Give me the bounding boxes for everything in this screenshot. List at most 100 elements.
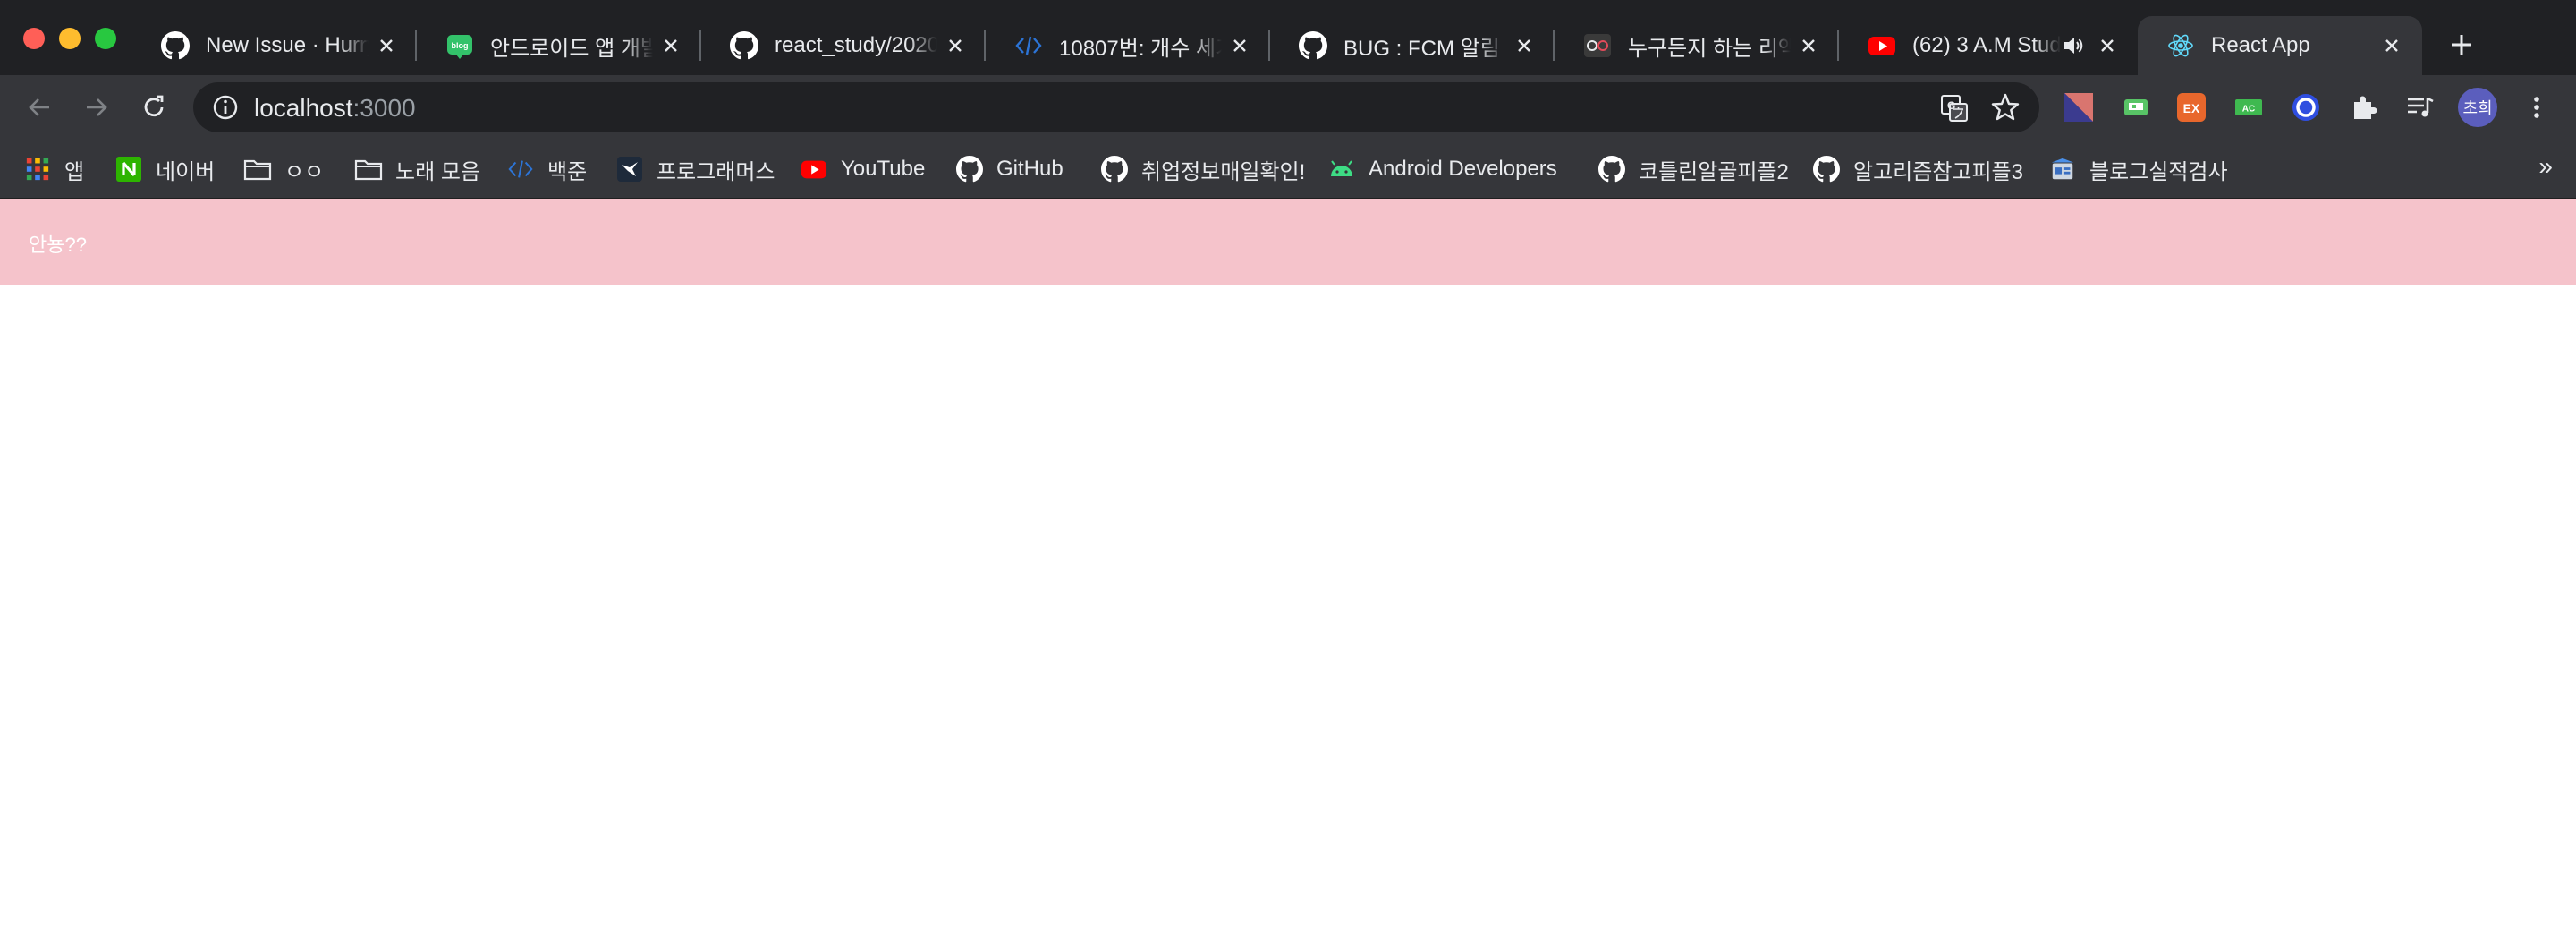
- browser-toolbar: localhost:3000 G EX AC 초희: [0, 75, 2576, 140]
- tab-react-tutorial[interactable]: 누구든지 하는 리액트: [1555, 16, 1839, 75]
- new-tab-button[interactable]: [2442, 25, 2481, 64]
- close-icon[interactable]: [937, 28, 973, 64]
- bookmark-label: 취업정보매일확인!: [1141, 159, 1306, 184]
- tab-title: (62) 3 A.M Study: [1912, 33, 2061, 57]
- close-icon[interactable]: [653, 28, 689, 64]
- github-icon: [1100, 155, 1129, 183]
- close-icon[interactable]: [1791, 28, 1826, 64]
- bookmark-label: 알고리즘참고피플3: [1853, 159, 2023, 184]
- programmers-icon: [615, 155, 644, 183]
- zoom-window-button[interactable]: [95, 28, 116, 49]
- youtube-icon: [800, 155, 828, 183]
- bookmark-naver[interactable]: 네이버: [114, 149, 215, 189]
- bookmark-algo-reference[interactable]: 알고리즘참고피플3: [1812, 149, 2023, 189]
- youtube-icon: [1868, 31, 1896, 60]
- bookmark-label: 프로그래머스: [657, 159, 775, 184]
- arrow-left-icon: [29, 98, 49, 116]
- bookmark-youtube[interactable]: YouTube: [800, 149, 925, 189]
- bookmark-label: Android Developers: [1368, 157, 1557, 181]
- bookmark-label: YouTube: [841, 157, 926, 181]
- svg-text:AC: AC: [2242, 105, 2255, 115]
- arrow-right-icon: [87, 98, 107, 116]
- github-icon: [1597, 155, 1626, 183]
- bookmarks-bar: 앱 네이버 ㅇㅇ 노래 모음 백준 프로그래머스 YouTube GitHub …: [0, 140, 2576, 199]
- bookmark-label: 코틀린알골피플2: [1639, 159, 1789, 184]
- bookmark-label: 노래 모음: [395, 159, 480, 184]
- blog-check-icon: [2048, 155, 2077, 183]
- menu-button[interactable]: [2517, 88, 2556, 127]
- github-icon: [955, 155, 984, 183]
- tab-title: 10807번: 개수 세기: [1059, 36, 1222, 61]
- close-window-button[interactable]: [23, 28, 45, 49]
- media-queue-icon[interactable]: [2404, 91, 2436, 123]
- extension-ex-icon[interactable]: EX: [2175, 91, 2207, 123]
- puzzle-icon[interactable]: [2349, 91, 2381, 123]
- speaker-icon[interactable]: [2061, 33, 2086, 58]
- tab-baekjoon[interactable]: 10807번: 개수 세기: [986, 16, 1270, 75]
- tab-youtube-study[interactable]: (62) 3 A.M Study: [1839, 16, 2138, 75]
- address-bar[interactable]: localhost:3000 G: [193, 82, 2039, 132]
- svg-text:blog: blog: [452, 41, 469, 50]
- bookmark-label: GitHub: [996, 157, 1063, 181]
- bookmark-job-info[interactable]: 취업정보매일확인!: [1100, 149, 1305, 189]
- close-icon[interactable]: [369, 28, 404, 64]
- bookmark-github[interactable]: GitHub: [955, 149, 1063, 189]
- url-port: :3000: [352, 94, 416, 122]
- tab-react-study[interactable]: react_study/2020: [701, 16, 986, 75]
- baekjoon-icon: [1014, 31, 1043, 60]
- extension-ring-icon[interactable]: [2290, 91, 2322, 123]
- close-icon[interactable]: [2374, 28, 2410, 64]
- tab-title: BUG : FCM 알림 Bug: [1343, 36, 1506, 61]
- extension-screen-icon[interactable]: [2120, 91, 2152, 123]
- page-viewport: 안뇽??: [0, 199, 2576, 945]
- bookmark-folder-songs[interactable]: 노래 모음: [354, 149, 480, 189]
- bookmarks-overflow-button[interactable]: »: [2538, 152, 2553, 181]
- android-icon: [1327, 155, 1356, 183]
- reload-icon: [144, 95, 164, 117]
- velopert-icon: [1583, 31, 1612, 60]
- bookmark-baekjoon[interactable]: 백준: [506, 149, 587, 189]
- url-text[interactable]: localhost:3000: [254, 94, 416, 123]
- bookmark-kotlin-algo[interactable]: 코틀린알골피플2: [1597, 149, 1789, 189]
- info-icon[interactable]: [211, 93, 240, 122]
- app-header-bar: 안뇽??: [0, 199, 2576, 285]
- forward-button[interactable]: [77, 88, 116, 127]
- tab-react-app[interactable]: React App: [2138, 16, 2422, 75]
- blog-icon: blog: [445, 31, 474, 60]
- minimize-window-button[interactable]: [59, 28, 80, 49]
- url-host: localhost: [254, 94, 353, 122]
- folder-icon: [243, 155, 272, 183]
- close-icon[interactable]: [1222, 28, 1258, 64]
- tab-fcm-bug[interactable]: BUG : FCM 알림 Bug: [1270, 16, 1555, 75]
- baekjoon-icon: [506, 155, 535, 183]
- github-icon: [1812, 155, 1841, 183]
- bookmark-folder-oo[interactable]: ㅇㅇ: [243, 149, 324, 189]
- close-icon[interactable]: [2089, 28, 2125, 64]
- github-icon: [1299, 31, 1327, 60]
- bookmark-blog-check[interactable]: 블로그실적검사: [2048, 149, 2228, 189]
- profile-avatar[interactable]: 초희: [2458, 88, 2497, 127]
- reload-button[interactable]: [134, 88, 174, 127]
- star-icon[interactable]: [1989, 91, 2021, 123]
- back-button[interactable]: [20, 88, 59, 127]
- plus-icon: [2452, 35, 2471, 55]
- bookmark-android-developers[interactable]: Android Developers: [1327, 149, 1557, 189]
- bookmark-programmers[interactable]: 프로그래머스: [615, 149, 775, 189]
- apps-grid-icon: [23, 155, 52, 183]
- bookmark-label: ㅇㅇ: [284, 159, 325, 184]
- close-icon[interactable]: [1506, 28, 1542, 64]
- tab-new-issue[interactable]: New Issue · Hurry: [132, 16, 417, 75]
- tab-title: 안드로이드 앱 개발자: [490, 36, 653, 61]
- extension-color-icon[interactable]: [2063, 91, 2095, 123]
- github-icon: [161, 31, 190, 60]
- tab-android-blog[interactable]: blog 안드로이드 앱 개발자: [417, 16, 701, 75]
- svg-text:G: G: [1947, 99, 1955, 112]
- extension-ac-icon[interactable]: AC: [2233, 91, 2265, 123]
- tab-title: React App: [2211, 33, 2310, 57]
- tab-strip: New Issue · Hurry blog 안드로이드 앱 개발자 react…: [0, 0, 2576, 75]
- naver-icon: [114, 155, 143, 183]
- bookmark-apps[interactable]: 앱: [23, 149, 84, 189]
- tab-title: 누구든지 하는 리액트: [1628, 36, 1791, 61]
- bookmark-label: 백준: [547, 159, 588, 184]
- translate-icon[interactable]: G: [1939, 93, 1970, 123]
